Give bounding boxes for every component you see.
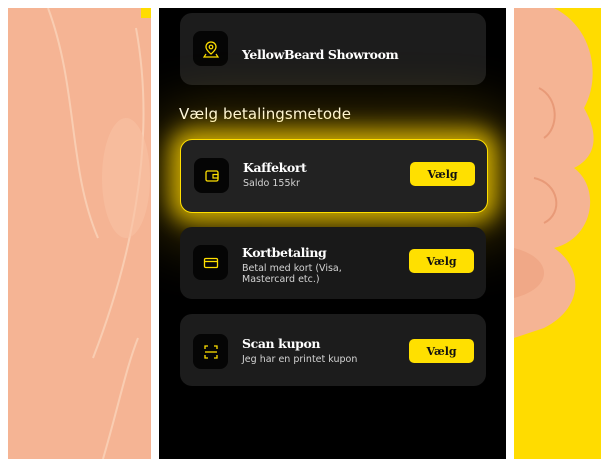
location-pin-icon <box>202 40 219 58</box>
method-subtitle: Betal med kort (Visa, Mastercard etc.) <box>242 263 342 285</box>
choose-kaffekort-button[interactable]: Vælg <box>410 162 475 186</box>
choose-scan-kupon-button[interactable]: Vælg <box>409 339 474 363</box>
choose-kortbetaling-button[interactable]: Vælg <box>409 249 474 273</box>
payment-method-heading: Vælg betalingsmetode <box>179 105 352 123</box>
hand-illustration-right <box>514 8 594 338</box>
wallet-icon <box>204 169 219 182</box>
method-subtitle: Jeg har en printet kupon <box>242 354 358 365</box>
credit-card-icon <box>203 257 218 268</box>
right-background-photo <box>514 8 601 459</box>
payment-method-kaffekort[interactable]: Kaffekort Saldo 155kr Vælg <box>180 139 488 213</box>
method-subtitle: Saldo 155kr <box>243 178 300 189</box>
showroom-card[interactable]: YellowBeard Showroom <box>180 13 486 85</box>
payment-method-kortbetaling[interactable]: Kortbetaling Betal med kort (Visa, Maste… <box>180 227 486 299</box>
scan-kupon-icon-box <box>193 334 228 369</box>
hand-illustration-left <box>47 8 150 459</box>
method-title: Kaffekort <box>243 160 307 175</box>
left-background-photo <box>8 8 151 459</box>
kortbetaling-icon-box <box>193 245 228 280</box>
payment-method-scan-kupon[interactable]: Scan kupon Jeg har en printet kupon Vælg <box>180 314 486 386</box>
kaffekort-icon-box <box>194 158 229 193</box>
scan-icon <box>203 344 218 359</box>
phone-screen: YellowBeard Showroom Vælg betalingsmetod… <box>159 8 506 459</box>
method-title: Scan kupon <box>242 336 321 351</box>
showroom-icon-box <box>193 31 228 66</box>
showroom-title: YellowBeard Showroom <box>242 47 399 62</box>
method-title: Kortbetaling <box>242 245 327 260</box>
